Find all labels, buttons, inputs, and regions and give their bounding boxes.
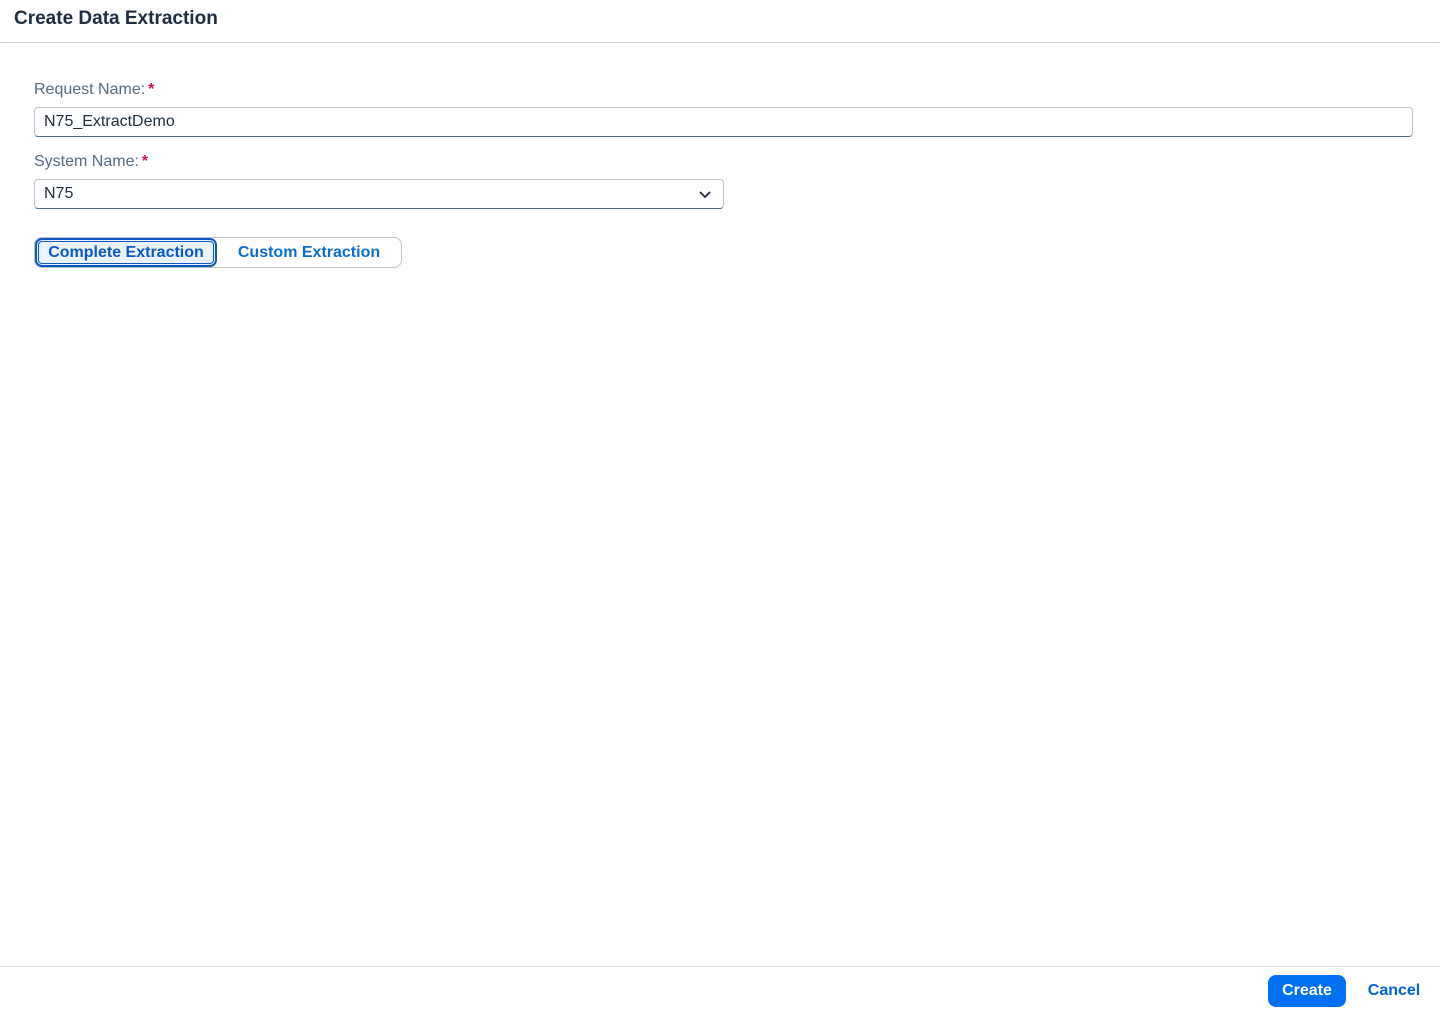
complete-extraction-button[interactable]: Complete Extraction — [35, 238, 217, 267]
request-name-input[interactable]: N75_ExtractDemo — [34, 107, 1413, 137]
create-button[interactable]: Create — [1268, 975, 1346, 1007]
dialog-title: Create Data Extraction — [14, 8, 218, 29]
chevron-down-icon[interactable] — [699, 189, 711, 201]
request-name-value: N75_ExtractDemo — [44, 113, 175, 130]
system-name-label-text: System Name: — [34, 153, 139, 170]
required-marker: * — [148, 81, 155, 98]
request-name-label-text: Request Name: — [34, 81, 146, 98]
system-name-value: N75 — [44, 185, 74, 202]
required-marker: * — [141, 153, 149, 170]
dialog-footer: Create Cancel — [0, 966, 1440, 1010]
dialog-header: Create Data Extraction — [0, 0, 1440, 43]
custom-extraction-button[interactable]: Custom Extraction — [217, 238, 401, 267]
create-data-extraction-dialog: Create Data Extraction Request Name: * N7… — [0, 0, 1440, 1010]
system-name-label: System Name: * — [34, 153, 148, 171]
extraction-mode-segmented-button: Complete Extraction Custom Extraction — [34, 237, 402, 268]
request-name-label: Request Name: * — [34, 81, 154, 99]
cancel-button[interactable]: Cancel — [1356, 975, 1432, 1007]
system-name-select[interactable]: N75 — [34, 179, 724, 209]
